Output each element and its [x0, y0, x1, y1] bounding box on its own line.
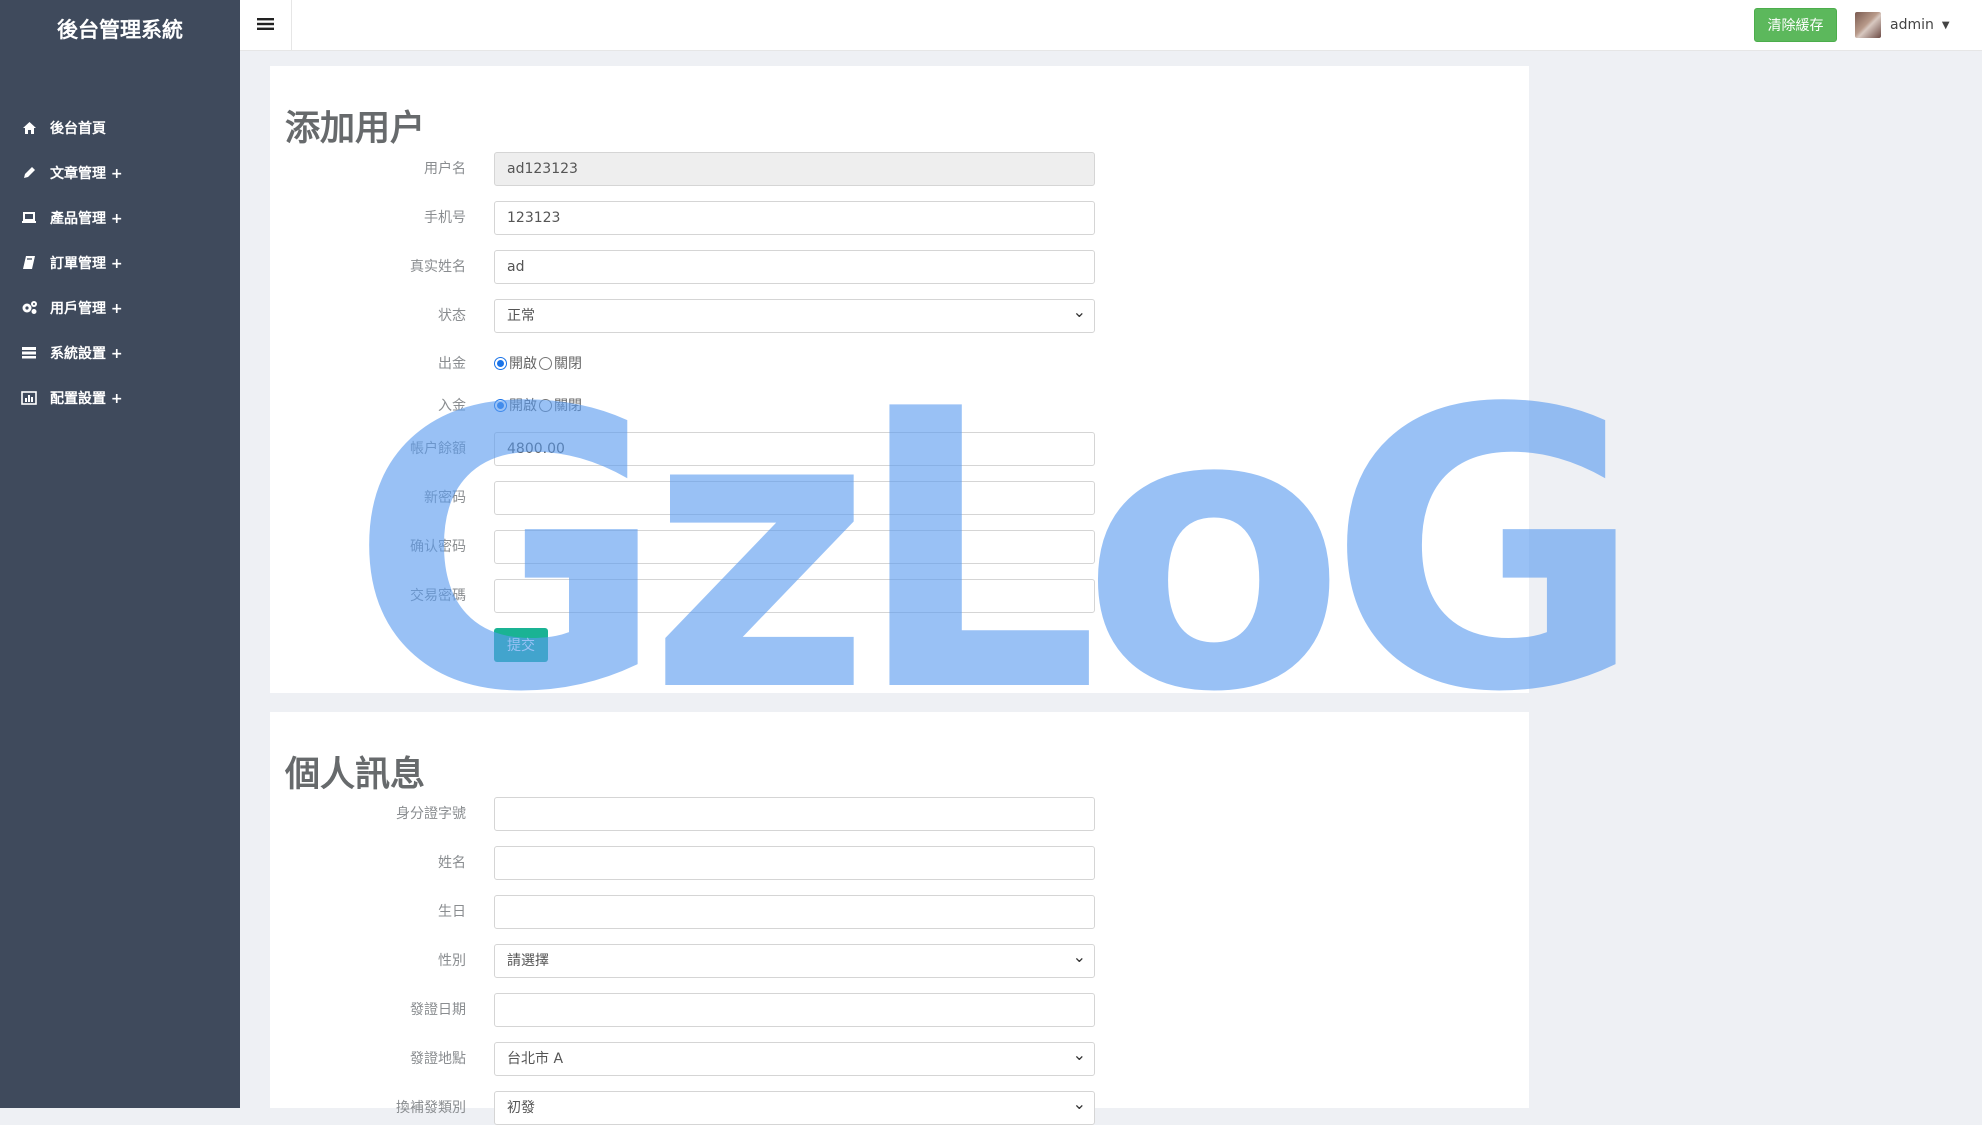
sidebar-item-home[interactable]: 後台首頁	[0, 105, 240, 150]
laptop-icon	[20, 210, 38, 226]
field-label: 帳户餘額	[410, 441, 466, 457]
deposit-row: 入金 開啟 關閉	[270, 389, 1529, 423]
field-label: 出金	[438, 356, 466, 372]
sidebar-item-users[interactable]: 用戶管理 +	[0, 285, 240, 330]
gender-select[interactable]: 請選擇	[494, 941, 1095, 978]
deposit-off-radio[interactable]	[539, 398, 552, 412]
brand-title: 後台管理系統	[57, 18, 183, 42]
username-row: 用户名 ad123123	[270, 152, 1529, 186]
trade-password-input[interactable]	[494, 579, 1095, 613]
balance-row: 帳户餘額 4800.00	[270, 432, 1529, 466]
pencil-icon	[20, 165, 38, 181]
withdraw-off-radio[interactable]	[539, 356, 552, 370]
gears-icon	[20, 300, 38, 316]
name-input[interactable]	[494, 846, 1095, 880]
issue-date-row: 發證日期	[270, 993, 1529, 1027]
radio-label: 開啟	[509, 398, 537, 414]
deposit-radio-group: 開啟 關閉	[494, 395, 582, 415]
field-label: 入金	[438, 398, 466, 414]
reissue-type-select[interactable]: 初發	[494, 1088, 1095, 1125]
radio-label: 開啟	[509, 356, 537, 372]
username-input[interactable]: ad123123	[494, 152, 1095, 186]
sidebar-item-label: 系統設置 +	[50, 345, 123, 362]
sidebar-item-label: 用戶管理 +	[50, 300, 123, 317]
field-label: 手机号	[424, 210, 466, 226]
balance-input[interactable]: 4800.00	[494, 432, 1095, 466]
field-label: 用户名	[424, 161, 466, 177]
avatar	[1855, 12, 1881, 38]
sidebar-item-label: 產品管理 +	[50, 210, 123, 227]
menu-toggle-button[interactable]	[240, 0, 292, 51]
new-password-row: 新密码	[270, 481, 1529, 515]
field-label: 身分證字號	[396, 806, 466, 822]
sidebar: 後台管理系統 後台首頁 文章管理 + 產品管理 + 訂單管理 + 用戶管理 + …	[0, 0, 240, 1108]
status-row: 状态 正常	[270, 296, 1529, 333]
issue-place-select[interactable]: 台北市 A	[494, 1039, 1095, 1076]
sidebar-item-label: 訂單管理 +	[50, 255, 123, 272]
radio-label: 關閉	[554, 398, 582, 414]
id-number-input[interactable]	[494, 797, 1095, 831]
field-label: 換補發類別	[396, 1100, 466, 1116]
issue-date-input[interactable]	[494, 993, 1095, 1027]
gender-row: 性別 請選擇	[270, 941, 1529, 978]
phone-row: 手机号 123123	[270, 201, 1529, 235]
sidebar-item-products[interactable]: 產品管理 +	[0, 195, 240, 240]
top-navbar: 清除緩存 admin ▼	[240, 0, 1982, 51]
chart-icon	[20, 390, 38, 406]
radio-label: 關閉	[554, 356, 582, 372]
field-label: 交易密碼	[410, 588, 466, 604]
new-password-input[interactable]	[494, 481, 1095, 515]
add-user-panel: 添加用户 用户名 ad123123 手机号 123123 真实姓名 ad 状态 …	[270, 66, 1529, 693]
trade-password-row: 交易密碼	[270, 579, 1529, 613]
withdraw-on-radio[interactable]	[494, 356, 507, 370]
field-label: 新密码	[424, 490, 466, 506]
user-menu[interactable]: admin ▼	[1855, 12, 1950, 38]
confirm-password-input[interactable]	[494, 530, 1095, 564]
field-label: 性別	[438, 953, 466, 969]
sidebar-item-orders[interactable]: 訂單管理 +	[0, 240, 240, 285]
sidebar-item-label: 配置設置 +	[50, 390, 123, 407]
realname-row: 真实姓名 ad	[270, 250, 1529, 284]
birthday-input[interactable]	[494, 895, 1095, 929]
issue-place-row: 發證地點 台北市 A	[270, 1039, 1529, 1076]
withdraw-radio-group: 開啟 關閉	[494, 353, 582, 373]
field-label: 状态	[438, 308, 466, 324]
book-icon	[20, 255, 38, 271]
name-row: 姓名	[270, 846, 1529, 880]
deposit-on-radio[interactable]	[494, 398, 507, 412]
panel-title: 添加用户	[285, 109, 426, 149]
status-select[interactable]: 正常	[494, 296, 1095, 333]
id-number-row: 身分證字號	[270, 797, 1529, 831]
username-label: admin	[1890, 17, 1934, 33]
field-label: 姓名	[438, 855, 466, 871]
withdraw-row: 出金 開啟 關閉	[270, 347, 1529, 381]
birthday-row: 生日	[270, 895, 1529, 929]
sidebar-menu: 後台首頁 文章管理 + 產品管理 + 訂單管理 + 用戶管理 + 系統設置 + …	[0, 105, 240, 420]
reissue-type-row: 換補發類別 初發	[270, 1088, 1529, 1125]
sidebar-item-articles[interactable]: 文章管理 +	[0, 150, 240, 195]
sidebar-item-label: 後台首頁	[50, 120, 106, 137]
hamburger-icon	[257, 16, 274, 35]
field-label: 生日	[438, 904, 466, 920]
server-icon	[20, 345, 38, 361]
field-label: 發證日期	[410, 1002, 466, 1018]
caret-down-icon: ▼	[1941, 19, 1950, 31]
field-label: 确认密码	[410, 539, 466, 555]
confirm-password-row: 确认密码	[270, 530, 1529, 564]
phone-input[interactable]: 123123	[494, 201, 1095, 235]
realname-input[interactable]: ad	[494, 250, 1095, 284]
field-label: 發證地點	[410, 1051, 466, 1067]
personal-info-panel: 個人訊息 身分證字號 姓名 生日 性別 請選擇 發證日期 發證地點 台北市 A …	[270, 712, 1529, 1125]
submit-button[interactable]: 提交	[494, 628, 548, 662]
sidebar-item-config[interactable]: 配置設置 +	[0, 375, 240, 420]
home-icon	[20, 120, 38, 136]
field-label: 真实姓名	[410, 259, 466, 275]
sidebar-item-system[interactable]: 系統設置 +	[0, 330, 240, 375]
clear-cache-button[interactable]: 清除緩存	[1754, 8, 1837, 42]
sidebar-item-label: 文章管理 +	[50, 165, 123, 182]
panel-title: 個人訊息	[285, 755, 426, 795]
